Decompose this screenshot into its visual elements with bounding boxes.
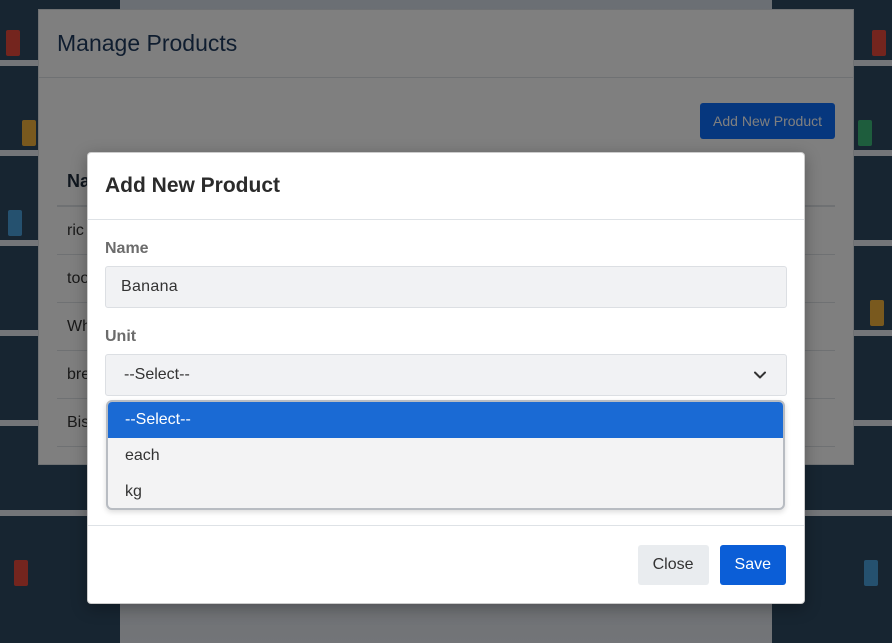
name-input[interactable]: Banana [105, 266, 787, 308]
unit-label: Unit [105, 328, 137, 345]
unit-option-select[interactable]: --Select-- [108, 402, 783, 438]
modal-header: Add New Product [88, 153, 804, 220]
add-product-modal: Add New Product Name Banana Unit --Selec… [87, 152, 805, 604]
chevron-down-icon [752, 367, 768, 383]
save-button[interactable]: Save [719, 544, 786, 585]
unit-dropdown-list: --Select-- each kg [106, 400, 785, 510]
name-label: Name [105, 240, 149, 257]
unit-option-each[interactable]: each [108, 438, 783, 474]
modal-footer: Close Save [88, 525, 804, 603]
unit-select-value: --Select-- [124, 366, 190, 383]
modal-title: Add New Product [105, 174, 281, 197]
modal-body: Name Banana Unit --Select-- [88, 220, 804, 396]
unit-option-kg[interactable]: kg [108, 474, 783, 508]
unit-select[interactable]: --Select-- [105, 354, 787, 396]
close-button[interactable]: Close [637, 544, 709, 585]
